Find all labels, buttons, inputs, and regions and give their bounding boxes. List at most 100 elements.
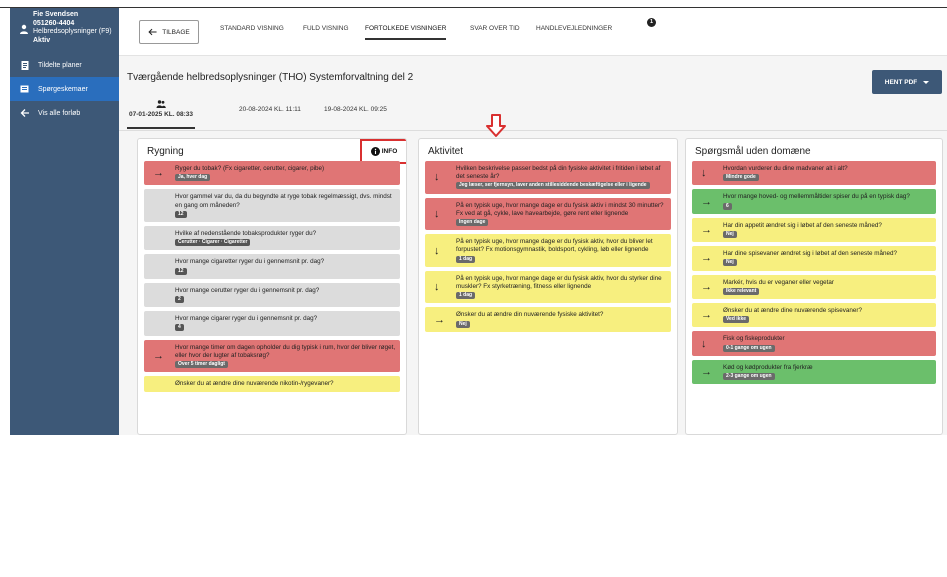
arrow-right-icon: → [701, 252, 712, 265]
tab-fuld-visning[interactable]: FULD VISNING [303, 25, 349, 32]
question-card[interactable]: Hvor gammel var du, da du begyndte at ry… [144, 189, 400, 223]
date-tab-3[interactable]: 19-08-2024 KL. 09:25 [324, 106, 387, 113]
date-tab-active[interactable]: 07-01-2025 KL. 08:33 [127, 100, 195, 129]
question-text: Har dine spisevaner ændret sig i løbet a… [723, 250, 897, 258]
people-icon [156, 100, 166, 108]
question-text: Hvor mange timer om dagen opholder du di… [175, 343, 396, 359]
question-card[interactable]: → Ønsker du at ændre dine nuværende spise… [692, 303, 936, 328]
hent-pdf-button[interactable]: HENT PDF [872, 70, 942, 94]
question-card[interactable]: → Ønsker du at ændre din nuværende fysisk… [425, 307, 671, 332]
question-text: På en typisk uge, hvor mange dage er du … [456, 201, 664, 217]
arrow-down-icon: ↓ [434, 171, 440, 184]
question-text: Markér, hvis du er veganer eller vegetar [723, 278, 834, 286]
patient-info[interactable]: Fie Svendsen 051260-4404 Helbredsoplysni… [10, 8, 119, 53]
date-label: 07-01-2025 KL. 08:33 [129, 111, 193, 118]
answer-badge: Nej [723, 259, 737, 267]
arrow-right-icon: → [153, 167, 164, 180]
arrow-down-icon: ↓ [434, 281, 440, 294]
question-card[interactable]: → Ryger du tobak? (Fx cigaretter, cerutte… [144, 161, 400, 186]
tab-svar-over-tid[interactable]: SVAR OVER TID [470, 25, 520, 32]
hent-pdf-label: HENT PDF [884, 78, 918, 86]
arrow-left-icon [20, 109, 29, 117]
sidebar-item-tildelte-planer[interactable]: Tildelte planer [10, 53, 119, 77]
question-card[interactable]: ↓ Hvilken beskrivelse passer bedst på din… [425, 161, 671, 194]
answer-badge: Ingen dage [456, 219, 489, 227]
question-card[interactable]: → Har din appetit ændret sig i løbet af d… [692, 217, 936, 243]
question-text: Hvilke af nedenstående tobaksprodukter r… [175, 230, 317, 238]
questionnaire-icon [20, 85, 29, 93]
answer-badge: 6 [723, 202, 732, 210]
app-window: Fie Svendsen 051260-4404 Helbredsoplysni… [10, 8, 947, 435]
tab-standard-visning[interactable]: STANDARD VISNING [220, 25, 284, 32]
sidebar-item-label: Vis alle forløb [38, 109, 81, 117]
arrow-left-icon [148, 28, 157, 36]
question-text: Hvordan vurderer du dine madvaner alt i … [723, 165, 848, 172]
question-card[interactable]: → Hvor mange timer om dagen opholder du d… [144, 339, 400, 373]
patient-status: Aktiv [33, 36, 51, 44]
answer-badge: 12 [175, 267, 187, 275]
question-card[interactable]: Hvor mange cigaretter ryger du i gennems… [144, 254, 400, 279]
domain-column-aktivitet: Aktivitet ↓ Hvilken beskrivelse passer be… [418, 138, 678, 435]
sidebar-item-vis-alle-forloeb[interactable]: Vis alle forløb [10, 101, 119, 125]
person-icon [20, 24, 28, 34]
arrow-down-icon: ↓ [701, 167, 707, 180]
chevron-down-icon [923, 80, 930, 84]
answer-badge: Ikke relevant [723, 287, 760, 295]
answer-badge: Ved ikke [723, 316, 750, 324]
question-card[interactable]: Hvilke af nedenstående tobaksprodukter r… [144, 226, 400, 251]
question-text: På en typisk uge, hvor mange dage er du … [456, 238, 653, 254]
tab-handlevejledninger[interactable]: HANDLEVEJLEDNINGER 1 [536, 18, 656, 32]
question-card[interactable]: → Kød og kødprodukter fra fjerkræ 2-3 gang… [692, 359, 936, 385]
question-card[interactable]: → Hvor mange hoved- og mellemmåltider spi… [692, 189, 936, 214]
answer-badge: 4 [175, 324, 184, 332]
patient-cpr: 051260-4404 [33, 19, 75, 27]
arrow-right-icon: → [434, 313, 445, 326]
arrow-right-icon: → [153, 349, 164, 362]
question-text: På en typisk uge, hvor mange dage er du … [456, 274, 662, 291]
patient-name: Fie Svendsen [33, 11, 79, 18]
column-title: Aktivitet [419, 139, 677, 161]
tab-fortolkede-visninger[interactable]: FORTOLKEDE VISNINGER [365, 25, 447, 40]
sidebar: Fie Svendsen 051260-4404 Helbredsoplysni… [10, 8, 119, 435]
question-text: Fisk og fiskeprodukter [723, 335, 785, 343]
question-list: ↓ Hvilken beskrivelse passer bedst på din… [419, 161, 677, 332]
column-title-text: Aktivitet [428, 146, 464, 157]
info-label: INFO [381, 148, 398, 155]
domain-column-uden-domaene: Spørgsmål uden domæne ↓ Hvordan vurderer … [685, 138, 943, 435]
question-text: Ønsker du at ændre dine nuværende nikoti… [175, 380, 334, 388]
back-button[interactable]: TILBAGE [139, 20, 199, 44]
column-title-text: Rygning [147, 146, 184, 157]
date-tab-2[interactable]: 20-08-2024 KL. 11:11 [239, 106, 301, 113]
question-text: Hvor gammel var du, da du begyndte at ry… [175, 193, 392, 209]
arrow-right-icon: → [701, 280, 712, 293]
question-text: Hvor mange cigarer ryger du i gennemsnit… [175, 315, 318, 323]
answer-badge: 2-3 gange om ugen [723, 373, 775, 381]
main-content: TILBAGE STANDARD VISNING FULD VISNING FO… [119, 8, 947, 435]
info-icon [370, 147, 380, 156]
question-card[interactable]: ↓ På en typisk uge, hvor mange dage er du… [425, 270, 671, 304]
arrow-right-icon: → [701, 224, 712, 237]
answer-badge: Over 5 timer dagligt [175, 361, 228, 369]
question-card[interactable]: → Har dine spisevaner ændret sig i løbet … [692, 246, 936, 271]
answer-badge: 12 [175, 210, 187, 218]
question-card[interactable]: → Markér, hvis du er veganer eller vegeta… [692, 274, 936, 300]
column-title: Spørgsmål uden domæne [686, 139, 942, 161]
question-card[interactable]: ↓ Hvordan vurderer du dine madvaner alt i… [692, 161, 936, 186]
question-card[interactable]: ↓ På en typisk uge, hvor mange dage er du… [425, 197, 671, 231]
answer-badge: Mindre gode [723, 174, 759, 182]
question-card[interactable]: Hvor mange cigarer ryger du i gennemsnit… [144, 311, 400, 336]
question-card[interactable]: ↓ På en typisk uge, hvor mange dage er du… [425, 234, 671, 267]
arrow-down-icon: ↓ [434, 244, 440, 257]
sidebar-item-spoergeskemaer[interactable]: Spørgeskemaer [10, 77, 119, 101]
question-text: Hvor mange cigaretter ryger du i gennems… [175, 258, 325, 266]
question-list: ↓ Hvordan vurderer du dine madvaner alt i… [686, 161, 942, 385]
question-card[interactable]: ↓ Fisk og fiskeprodukter 0-1 gange om ugen [692, 331, 936, 356]
red-pointer-arrow-icon [486, 114, 506, 137]
back-button-label: TILBAGE [162, 28, 190, 36]
question-text: Hvor mange cerutter ryger du i gennemsni… [175, 286, 320, 294]
arrow-down-icon: ↓ [701, 337, 707, 350]
sidebar-item-label: Tildelte planer [38, 61, 82, 69]
question-card[interactable]: Hvor mange cerutter ryger du i gennemsni… [144, 282, 400, 308]
question-card[interactable]: Ønsker du at ændre dine nuværende nikoti… [144, 376, 400, 393]
arrow-right-icon: → [701, 309, 712, 322]
